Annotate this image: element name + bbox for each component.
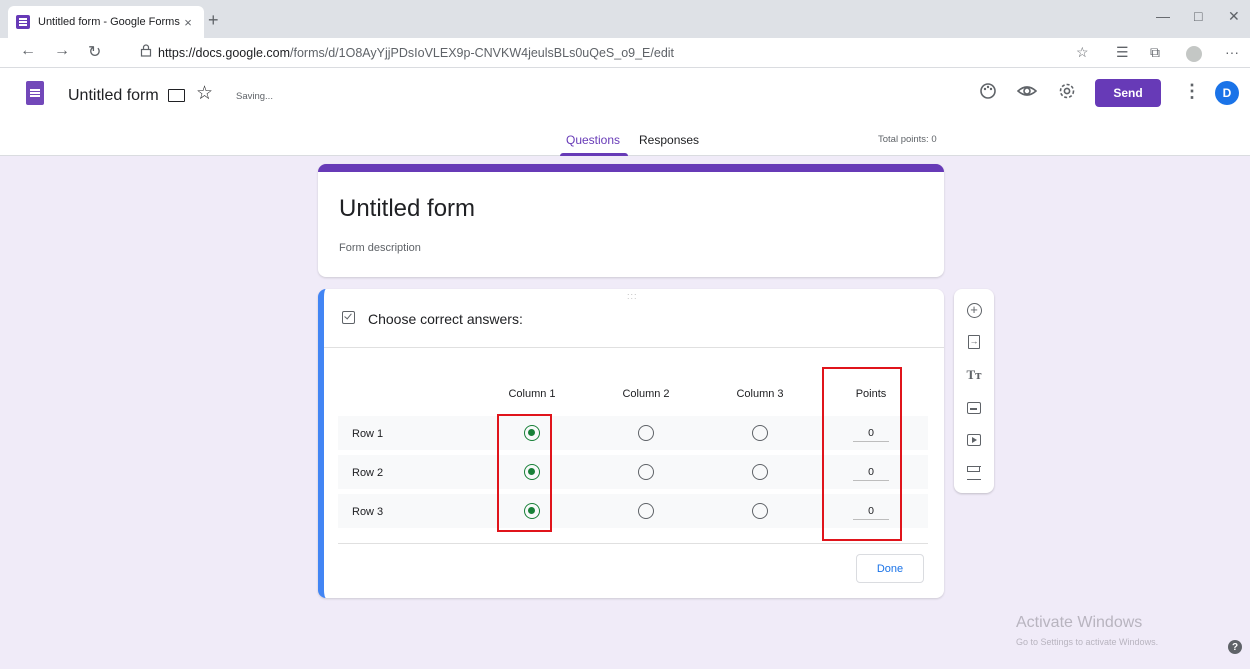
browser-tabstrip: Untitled form - Google Forms × + — □ ✕ — [0, 0, 1250, 38]
settings-gear-icon[interactable] — [1056, 82, 1078, 105]
radio-row2-col3[interactable] — [752, 464, 768, 480]
side-toolbar: + → Tт — [954, 289, 994, 493]
url-field[interactable]: https://docs.google.com/forms/d/1O8AyYjj… — [158, 46, 674, 60]
collections-icon[interactable]: ⧉ — [1150, 44, 1160, 61]
maximize-icon[interactable]: □ — [1194, 8, 1202, 24]
answer-key-heading: Choose correct answers: — [368, 311, 523, 327]
row-label: Row 3 — [352, 506, 384, 518]
row-label: Row 1 — [352, 428, 384, 440]
active-tab-indicator — [560, 153, 628, 156]
radio-row3-col2[interactable] — [638, 503, 654, 519]
forms-favicon-icon — [16, 15, 30, 29]
back-icon[interactable]: ← — [20, 42, 36, 60]
answer-key-check-icon — [342, 311, 355, 324]
preview-eye-icon[interactable] — [1016, 82, 1038, 105]
column-header: Column 2 — [622, 388, 670, 400]
total-points: Total points: 0 — [878, 134, 937, 145]
highlight-column1-box — [497, 414, 552, 532]
folder-icon[interactable] — [168, 89, 185, 102]
browser-tab[interactable]: Untitled form - Google Forms × — [8, 6, 204, 38]
send-button[interactable]: Send — [1095, 79, 1161, 107]
column-header: Column 1 — [508, 388, 556, 400]
more-options-icon[interactable]: ⋮ — [1183, 81, 1201, 102]
activate-windows-title: Activate Windows — [1016, 614, 1143, 631]
address-bar: ← → ↻ https://docs.google.com/forms/d/1O… — [0, 38, 1250, 68]
add-section-icon[interactable] — [963, 462, 985, 484]
tab-title: Untitled form - Google Forms — [38, 16, 180, 28]
drag-handle-icon[interactable]: ::: — [627, 291, 638, 301]
add-question-icon[interactable]: + — [963, 299, 985, 321]
add-video-icon[interactable] — [963, 429, 985, 451]
row-label: Row 2 — [352, 467, 384, 479]
refresh-icon[interactable]: ↻ — [88, 42, 101, 62]
browser-profile-avatar[interactable] — [1186, 46, 1202, 62]
radio-row1-col3[interactable] — [752, 425, 768, 441]
forms-header: Untitled form ☆ Saving... Send ⋮ D Quest… — [0, 68, 1250, 156]
tab-responses[interactable]: Responses — [639, 133, 699, 147]
window-close-icon[interactable]: ✕ — [1228, 8, 1240, 25]
new-tab-button[interactable]: + — [208, 10, 219, 31]
browser-menu-icon[interactable]: ··· — [1225, 44, 1239, 60]
save-status: Saving... — [236, 91, 273, 102]
done-button[interactable]: Done — [856, 554, 924, 583]
column-header: Column 3 — [736, 388, 784, 400]
radio-row1-col2[interactable] — [638, 425, 654, 441]
add-title-icon[interactable]: Tт — [963, 364, 985, 386]
add-image-icon[interactable] — [963, 397, 985, 419]
star-icon[interactable]: ☆ — [196, 82, 213, 105]
highlight-points-box — [822, 367, 902, 541]
url-host: https://docs.google.com — [158, 46, 291, 60]
divider — [324, 347, 944, 348]
lock-icon[interactable] — [140, 44, 152, 60]
form-description[interactable]: Form description — [339, 242, 421, 254]
doc-title[interactable]: Untitled form — [68, 87, 159, 105]
url-path: /forms/d/1O8AyYjjPDsIoVLEX9p-CNVKW4jeuls… — [290, 46, 675, 60]
form-title-card: Untitled form Form description — [318, 164, 944, 277]
help-icon[interactable]: ? — [1228, 640, 1242, 654]
forward-icon[interactable]: → — [54, 42, 70, 60]
favorite-star-icon[interactable]: ☆ — [1076, 44, 1089, 61]
divider — [338, 543, 928, 544]
palette-icon[interactable] — [977, 82, 999, 105]
favorites-list-icon[interactable]: ☰ — [1116, 44, 1129, 61]
activate-windows-subtitle: Go to Settings to activate Windows. — [1016, 637, 1159, 647]
tab-questions[interactable]: Questions — [566, 133, 620, 147]
minimize-icon[interactable]: — — [1156, 8, 1170, 24]
forms-logo-icon[interactable] — [26, 81, 44, 105]
tab-close-icon[interactable]: × — [180, 15, 196, 30]
user-avatar[interactable]: D — [1215, 81, 1239, 105]
radio-row2-col2[interactable] — [638, 464, 654, 480]
import-questions-icon[interactable]: → — [963, 331, 985, 353]
form-title[interactable]: Untitled form — [339, 195, 475, 223]
radio-row3-col3[interactable] — [752, 503, 768, 519]
